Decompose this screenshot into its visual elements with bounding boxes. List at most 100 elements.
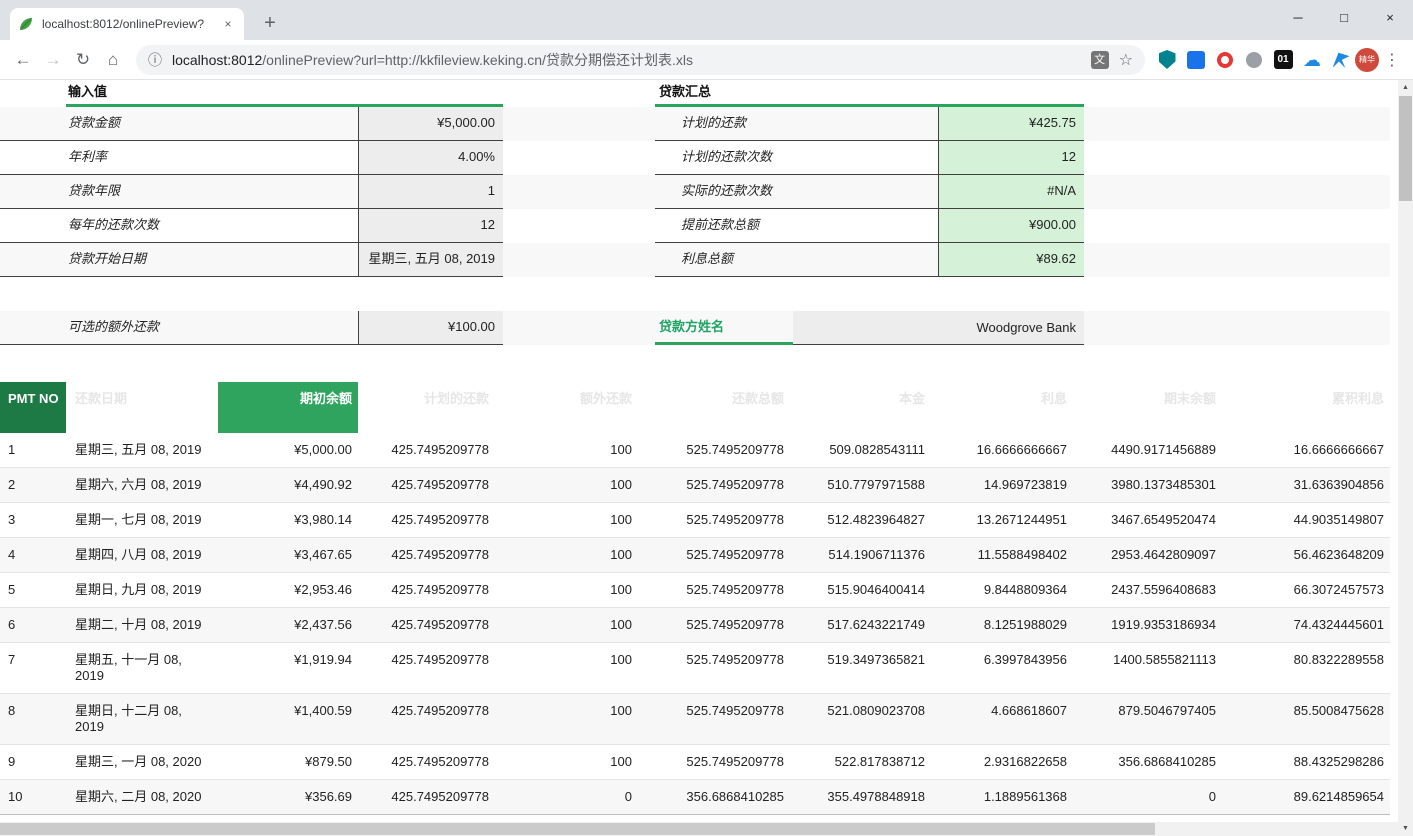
- translate-extension-icon[interactable]: [1186, 50, 1206, 70]
- table-cell: 星期日, 九月 08, 2019: [66, 573, 218, 607]
- minimize-button[interactable]: ─: [1275, 0, 1321, 34]
- table-row: 实际的还款次数#N/A: [655, 175, 1084, 209]
- leaf-favicon-icon: [18, 16, 34, 32]
- table-cell: 9.8448809364: [931, 573, 1073, 607]
- horizontal-scrollbar[interactable]: [0, 822, 1398, 836]
- profile-avatar[interactable]: 精华: [1355, 48, 1379, 72]
- input-values-table: 输入值 贷款金额¥5,000.00年利率4.00%贷款年限1每年的还款次数12贷…: [0, 80, 503, 345]
- table-row: 贷款金额¥5,000.00: [0, 107, 503, 141]
- url-text[interactable]: localhost:8012/onlinePreview?url=http://…: [172, 50, 1081, 70]
- table-cell: 2953.4642809097: [1073, 538, 1222, 572]
- table-cell: 525.7495209778: [638, 433, 790, 467]
- browser-toolbar: ← → ↻ ⌂ ⓘ localhost:8012/onlinePreview?u…: [0, 40, 1413, 80]
- table-cell: 44.9035149807: [1222, 503, 1390, 537]
- input-section-title: 输入值: [66, 80, 503, 107]
- column-header: 利息: [931, 382, 1073, 433]
- table-cell: 2.9316822658: [931, 745, 1073, 779]
- table-cell: ¥5,000.00: [218, 433, 358, 467]
- cloud-extension-icon[interactable]: ☁: [1302, 50, 1322, 70]
- table-row: 年利率4.00%: [0, 141, 503, 175]
- column-header: 本金: [790, 382, 931, 433]
- horizontal-scroll-thumb[interactable]: [0, 823, 1155, 835]
- row-label: 实际的还款次数: [655, 175, 938, 208]
- table-cell: 515.9046400414: [790, 573, 931, 607]
- table-row: 6星期二, 十月 08, 2019¥2,437.56425.7495209778…: [0, 608, 1390, 643]
- table-cell: 425.7495209778: [358, 780, 495, 814]
- row-value: 1: [358, 175, 503, 208]
- table-cell: 31.6363904856: [1222, 468, 1390, 502]
- table-cell: 11.5588498402: [931, 538, 1073, 572]
- table-row: 8星期日, 十二月 08, 2019¥1,400.59425.749520977…: [0, 694, 1390, 745]
- bird-extension-icon[interactable]: [1331, 50, 1351, 70]
- vertical-scrollbar[interactable]: ▲ ▼: [1398, 80, 1413, 836]
- table-cell: 525.7495209778: [638, 745, 790, 779]
- lender-value: Woodgrove Bank: [793, 311, 1084, 345]
- table-cell: ¥3,980.14: [218, 503, 358, 537]
- notes-01-extension-icon[interactable]: 01: [1273, 50, 1293, 70]
- table-cell: 510.7797971588: [790, 468, 931, 502]
- row-label: 贷款年限: [0, 175, 358, 208]
- table-row: 5星期日, 九月 08, 2019¥2,953.46425.7495209778…: [0, 573, 1390, 608]
- table-cell: 13.2671244951: [931, 503, 1073, 537]
- table-cell: 509.0828543111: [790, 433, 931, 467]
- table-cell: 6.3997843956: [931, 643, 1073, 693]
- table-cell: 519.3497365821: [790, 643, 931, 693]
- tab-title: localhost:8012/onlinePreview?: [42, 17, 212, 31]
- row-label: 年利率: [0, 141, 358, 174]
- column-header: 计划的还款: [358, 382, 495, 433]
- row-value: 12: [938, 141, 1084, 174]
- opera-extension-icon[interactable]: [1215, 50, 1235, 70]
- table-row: 7星期五, 十一月 08, 2019¥1,919.94425.749520977…: [0, 643, 1390, 694]
- person-extension-icon[interactable]: [1244, 50, 1264, 70]
- table-cell: ¥356.69: [218, 780, 358, 814]
- browser-window: localhost:8012/onlinePreview? × + ─ □ × …: [0, 0, 1413, 836]
- shield-extension-icon[interactable]: [1157, 50, 1177, 70]
- maximize-button[interactable]: □: [1321, 0, 1367, 34]
- browser-menu-icon[interactable]: ⋮: [1379, 50, 1405, 70]
- table-cell: 3980.1373485301: [1073, 468, 1222, 502]
- table-cell: 8.1251988029: [931, 608, 1073, 642]
- table-cell: 2: [0, 468, 66, 502]
- home-button[interactable]: ⌂: [98, 45, 128, 75]
- column-header: 期末余额: [1073, 382, 1222, 433]
- amortization-table: PMT NO还款日期期初余额计划的还款额外还款还款总额本金利息期末余额累积利息 …: [0, 382, 1390, 815]
- summary-rows: 计划的还款¥425.75计划的还款次数12实际的还款次数#N/A提前还款总额¥9…: [655, 107, 1084, 277]
- reload-button[interactable]: ↻: [68, 45, 98, 75]
- url-path: /onlinePreview?url=http://kkfileview.kek…: [262, 52, 693, 68]
- table-cell: 522.817838712: [790, 745, 931, 779]
- table-cell: 100: [495, 745, 638, 779]
- vertical-scroll-thumb[interactable]: [1399, 96, 1412, 201]
- browser-tab[interactable]: localhost:8012/onlinePreview? ×: [10, 8, 244, 40]
- table-cell: 85.5008475628: [1222, 694, 1390, 744]
- row-label: 贷款开始日期: [0, 243, 358, 276]
- column-header: PMT NO: [0, 382, 66, 433]
- address-bar[interactable]: ⓘ localhost:8012/onlinePreview?url=http:…: [136, 45, 1145, 75]
- table-cell: 525.7495209778: [638, 468, 790, 502]
- table-row: 计划的还款¥425.75: [655, 107, 1084, 141]
- close-button[interactable]: ×: [1367, 0, 1413, 34]
- column-header: 还款总额: [638, 382, 790, 433]
- table-cell: 100: [495, 503, 638, 537]
- translate-icon[interactable]: 文: [1091, 51, 1109, 69]
- scroll-down-icon[interactable]: ▼: [1398, 821, 1413, 836]
- back-button[interactable]: ←: [8, 45, 38, 75]
- table-cell: 425.7495209778: [358, 608, 495, 642]
- table-row: 贷款开始日期星期三, 五月 08, 2019: [0, 243, 503, 277]
- row-label: 提前还款总额: [655, 209, 938, 242]
- table-cell: 4: [0, 538, 66, 572]
- table-cell: 0: [495, 780, 638, 814]
- blank-row: [0, 277, 503, 311]
- bookmark-star-icon[interactable]: ☆: [1119, 50, 1133, 70]
- row-value: ¥425.75: [938, 107, 1084, 140]
- table-cell: 100: [495, 433, 638, 467]
- new-tab-button[interactable]: +: [256, 10, 284, 38]
- table-cell: 356.6868410285: [1073, 745, 1222, 779]
- column-header: 累积利息: [1222, 382, 1390, 433]
- table-cell: 425.7495209778: [358, 745, 495, 779]
- scroll-up-icon[interactable]: ▲: [1398, 80, 1413, 95]
- table-cell: 355.4978848918: [790, 780, 931, 814]
- table-cell: 100: [495, 468, 638, 502]
- table-cell: 525.7495209778: [638, 573, 790, 607]
- tab-close-icon[interactable]: ×: [220, 16, 236, 32]
- page-info-icon[interactable]: ⓘ: [148, 50, 162, 70]
